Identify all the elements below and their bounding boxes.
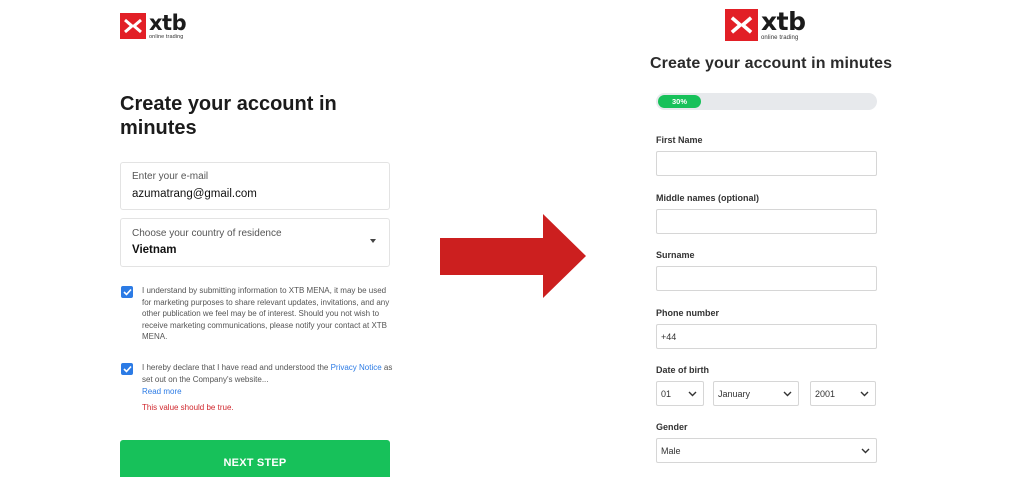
dob-year-value: 2001: [815, 388, 836, 399]
dob-day-value: 01: [661, 388, 672, 399]
country-value: Vietnam: [132, 244, 177, 256]
next-step-button[interactable]: NEXT STEP: [120, 440, 390, 477]
page-title: Create your account in minutes: [120, 93, 337, 139]
privacy-consent-checkbox[interactable]: [121, 363, 133, 375]
dob-month-select[interactable]: January: [713, 381, 799, 406]
middle-names-input[interactable]: [656, 209, 877, 234]
page-title: Create your account in minutes: [650, 55, 893, 72]
checkmark-icon: [122, 288, 132, 296]
middle-names-label: Middle names (optional): [656, 193, 760, 203]
privacy-consent-prefix: I hereby declare that I have read and un…: [142, 363, 331, 372]
gender-value: Male: [661, 445, 681, 456]
xtb-x-mark-icon: [725, 9, 758, 41]
email-value[interactable]: azumatrang@gmail.com: [132, 188, 257, 200]
privacy-notice-link[interactable]: Privacy Notice: [331, 363, 382, 372]
surname-input[interactable]: [656, 266, 877, 291]
xtb-logo: xtb online trading: [725, 7, 806, 42]
arrow-right-icon: [440, 214, 586, 298]
country-select[interactable]: Choose your country of residence Vietnam: [120, 218, 390, 267]
xtb-x-mark-icon: [120, 13, 146, 39]
checkmark-icon: [122, 365, 132, 373]
dob-year-select[interactable]: 2001: [810, 381, 876, 406]
xtb-logo: xtb online trading: [120, 11, 187, 40]
dob-day-select[interactable]: 01: [656, 381, 704, 406]
logo-wordmark: xtb: [761, 7, 806, 36]
progress-fill: 30%: [658, 95, 701, 108]
chevron-down-icon: [688, 391, 697, 397]
chevron-down-icon: [783, 391, 792, 397]
first-name-input[interactable]: [656, 151, 877, 176]
logo-tagline: online trading: [149, 34, 184, 40]
chevron-down-icon: [861, 448, 870, 454]
logo-wordmark: xtb: [149, 11, 187, 35]
marketing-consent-checkbox[interactable]: [121, 286, 133, 298]
progress-bar: 30%: [656, 93, 877, 110]
logo-tagline: online trading: [761, 35, 799, 41]
country-label: Choose your country of residence: [132, 228, 282, 239]
first-name-label: First Name: [656, 135, 703, 145]
gender-select[interactable]: Male: [656, 438, 877, 463]
phone-input[interactable]: +44: [656, 324, 877, 349]
gender-label: Gender: [656, 422, 688, 432]
phone-value: +44: [661, 331, 677, 342]
surname-label: Surname: [656, 250, 695, 260]
privacy-consent-text: I hereby declare that I have read and un…: [142, 362, 394, 385]
caret-down-icon[interactable]: [370, 239, 376, 243]
marketing-consent-text: I understand by submitting information t…: [142, 286, 390, 342]
email-label: Enter your e-mail: [132, 171, 209, 182]
dob-label: Date of birth: [656, 365, 709, 375]
email-field[interactable]: Enter your e-mail azumatrang@gmail.com: [120, 162, 390, 210]
read-more-link[interactable]: Read more: [142, 387, 182, 396]
chevron-down-icon: [860, 391, 869, 397]
dob-month-value: January: [718, 388, 751, 399]
phone-label: Phone number: [656, 308, 720, 318]
validation-error: This value should be true.: [142, 403, 234, 412]
